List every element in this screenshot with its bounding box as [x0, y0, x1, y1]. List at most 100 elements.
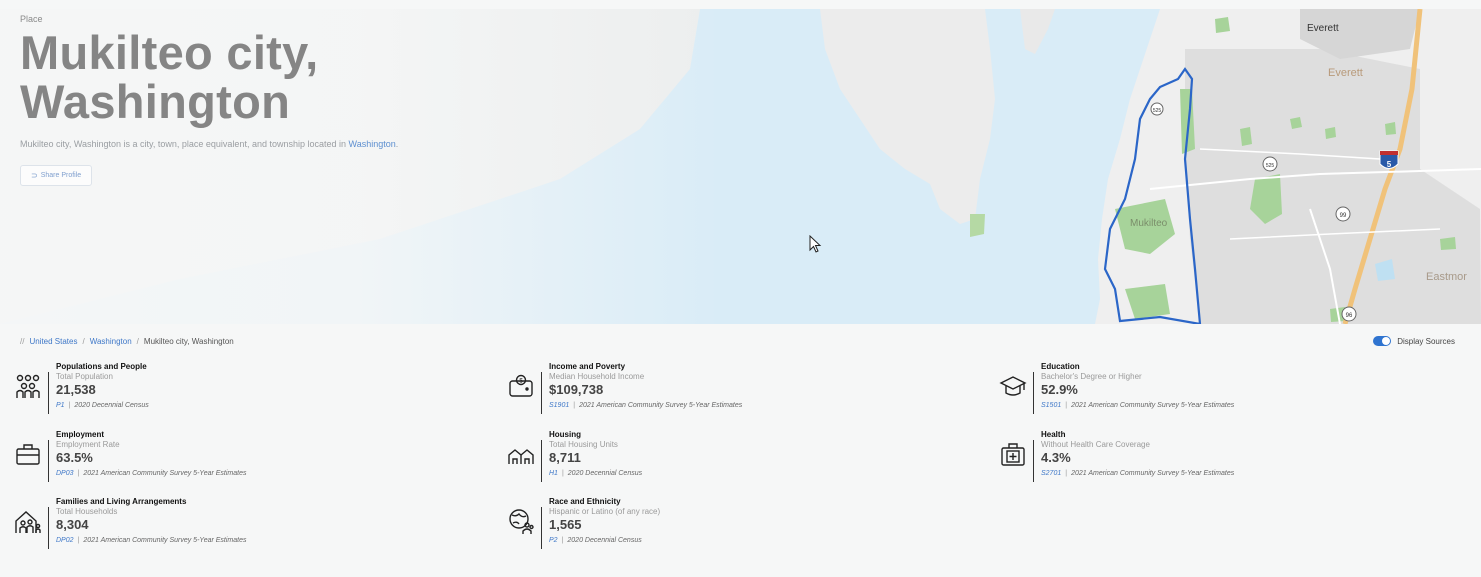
svg-text:99: 99 [1340, 213, 1347, 219]
mouse-cursor-icon [809, 235, 822, 253]
map-label-eastmont: Eastmor [1426, 271, 1467, 283]
stat-source: S1901 | 2021 American Community Survey 5-Y… [549, 402, 743, 409]
stat-value: 4.3% [1041, 450, 1071, 465]
stat-source: P1 | 2020 Decennial Census [56, 402, 149, 409]
stat-metric: Without Health Care Coverage [1041, 440, 1150, 449]
people-group-icon [16, 374, 40, 398]
stat-category: Income and Poverty [549, 362, 626, 371]
place-type-label: Place [20, 14, 43, 24]
stat-populations[interactable]: Populations and People Total Population … [14, 362, 149, 414]
page-title-line2: Washington [20, 75, 291, 128]
route-99-shield: 99 [1335, 206, 1351, 222]
source-name: 2021 American Community Survey 5-Year Es… [83, 470, 247, 477]
route-525-shield-a: 525 [1150, 102, 1164, 116]
place-description: Mukilteo city, Washington is a city, tow… [20, 138, 400, 150]
stat-value: 1,565 [549, 517, 582, 532]
stat-source: S1501 | 2021 American Community Survey 5-Y… [1041, 402, 1235, 409]
stat-race-ethnicity[interactable]: Race and Ethnicity Hispanic or Latino (o… [507, 497, 660, 549]
source-name: 2021 American Community Survey 5-Year Es… [579, 402, 743, 409]
svg-text:5: 5 [1387, 160, 1392, 169]
map-label-everett: Everett [1328, 67, 1363, 79]
houses-icon [508, 449, 534, 464]
stat-metric: Total Housing Units [549, 440, 618, 449]
stat-housing[interactable]: Housing Total Housing Units 8,711 H1 | 202… [507, 430, 642, 482]
source-code-link[interactable]: S2701 [1041, 470, 1061, 477]
source-name: 2020 Decennial Census [567, 470, 643, 477]
stat-income[interactable]: $ Income and Poverty Median Household In… [507, 362, 742, 414]
breadcrumb-united-states[interactable]: United States [29, 337, 77, 346]
page-title: Mukilteo city, Washington [20, 28, 460, 126]
svg-text:525: 525 [1266, 163, 1275, 169]
stat-source: H1 | 2020 Decennial Census [549, 470, 643, 477]
stat-employment[interactable]: Employment Employment Rate 63.5% DP03 | 20… [14, 430, 246, 482]
route-96-shield: 96 [1341, 306, 1357, 322]
stat-category: Employment [56, 430, 105, 439]
display-sources-control[interactable]: Display Sources [1373, 336, 1455, 346]
stat-metric: Employment Rate [56, 440, 120, 449]
globe-people-icon [509, 509, 534, 534]
stat-value: 21,538 [56, 382, 96, 397]
share-profile-label: Share Profile [40, 172, 82, 179]
stat-category: Education [1041, 362, 1080, 371]
stat-metric: Hispanic or Latino (of any race) [549, 507, 661, 516]
source-code-link[interactable]: P2 [549, 537, 558, 544]
stat-value: 52.9% [1041, 382, 1078, 397]
stat-category: Populations and People [56, 362, 147, 371]
breadcrumb-separator: / [82, 337, 85, 346]
source-name: 2020 Decennial Census [567, 537, 642, 544]
briefcase-icon [16, 444, 40, 465]
hero: Place Mukilteo city, Washington Mukilteo… [20, 14, 460, 186]
source-code-link[interactable]: H1 [549, 470, 558, 477]
stat-metric: Total Households [56, 507, 118, 516]
stat-source: S2701 | 2021 American Community Survey 5-Y… [1041, 470, 1235, 477]
source-code-link[interactable]: DP03 [56, 470, 74, 477]
source-code-link[interactable]: S1501 [1041, 402, 1061, 409]
stat-category: Families and Living Arrangements [56, 497, 187, 506]
stat-category: Race and Ethnicity [549, 497, 621, 506]
place-profile-page: Everett Everett Mukilteo Eastmor 525 525… [0, 0, 1481, 577]
link-icon: ⊃ [31, 171, 38, 180]
graduation-cap-icon [999, 376, 1027, 396]
breadcrumb: // United States / Washington / Mukilteo… [20, 337, 234, 346]
description-text: Mukilteo city, Washington is a city, tow… [20, 139, 347, 149]
display-sources-label: Display Sources [1397, 336, 1455, 346]
source-name: 2021 American Community Survey 5-Year Es… [1071, 470, 1235, 477]
stat-value: $109,738 [549, 382, 604, 397]
source-name: 2020 Decennial Census [74, 402, 149, 409]
breadcrumb-current: Mukilteo city, Washington [143, 337, 234, 346]
source-code-link[interactable]: S1901 [549, 402, 569, 409]
source-code-link[interactable]: DP02 [56, 537, 74, 544]
stat-metric: Median Household Income [549, 372, 645, 381]
stat-category: Health [1041, 430, 1066, 439]
stat-value: 8,304 [56, 517, 89, 532]
page-title-line1: Mukilteo city, [20, 26, 319, 79]
breadcrumb-prefix: // [20, 337, 25, 346]
share-profile-button[interactable]: ⊃ Share Profile [20, 165, 93, 186]
stat-metric: Total Population [56, 372, 113, 381]
breadcrumb-washington[interactable]: Washington [90, 337, 132, 346]
stat-source: P2 | 2020 Decennial Census [549, 537, 642, 544]
svg-text:525: 525 [1153, 108, 1162, 114]
stat-category: Housing [549, 430, 581, 439]
medical-kit-icon [1001, 443, 1025, 466]
stat-value: 8,711 [549, 450, 581, 465]
stat-metric: Bachelor's Degree or Higher [1041, 372, 1142, 381]
stat-families[interactable]: Families and Living Arrangements Total H… [14, 497, 246, 549]
breadcrumb-separator: / [136, 337, 139, 346]
description-end: . [395, 139, 399, 149]
stat-source: DP02 | 2021 American Community Survey 5-Ye… [56, 537, 247, 544]
washington-link[interactable]: Washington [349, 139, 396, 149]
map-label-mukilteo: Mukilteo [1130, 218, 1168, 229]
route-525-shield-b: 525 [1262, 156, 1278, 172]
map-label-everett-top: Everett [1307, 23, 1339, 34]
display-sources-toggle[interactable] [1373, 336, 1392, 346]
interstate-5-shield: 5 [1379, 150, 1399, 169]
stat-value: 63.5% [56, 450, 93, 465]
source-name: 2021 American Community Survey 5-Year Es… [1071, 402, 1235, 409]
svg-text:96: 96 [1346, 313, 1353, 319]
stat-education[interactable]: Education Bachelor's Degree or Higher 52… [999, 362, 1234, 414]
wallet-icon: $ [509, 374, 533, 397]
stat-source: DP03 | 2021 American Community Survey 5-Ye… [56, 470, 247, 477]
stat-health[interactable]: Health Without Health Care Coverage 4.3%… [999, 430, 1234, 482]
source-code-link[interactable]: P1 [56, 402, 65, 409]
